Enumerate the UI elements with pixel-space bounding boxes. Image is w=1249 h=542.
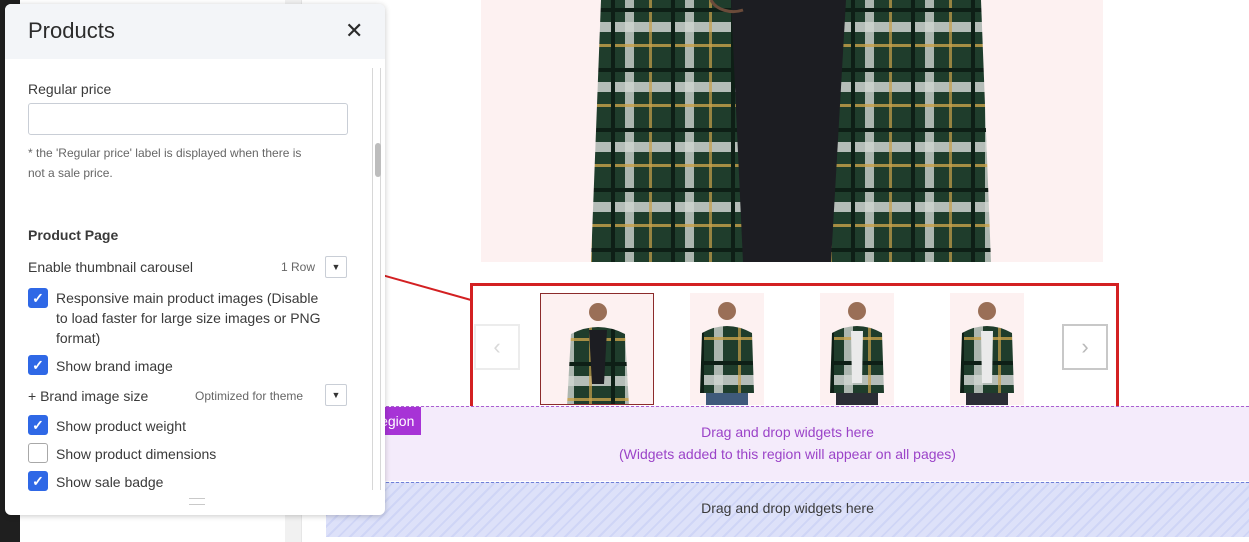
thumbnail-carousel-value[interactable]: 1 Row (281, 260, 315, 274)
panel-header: Products ✕ (5, 4, 385, 59)
show-sale-badge-checkbox[interactable]: ✓ (28, 471, 48, 491)
thumbnail-image (690, 293, 764, 405)
check-icon: ✓ (32, 472, 44, 489)
panel-title: Products (28, 18, 115, 43)
regular-price-note-line1: * the 'Regular price' label is displayed… (28, 146, 302, 160)
products-settings-panel: Products ✕ Regular price * the 'Regular … (5, 4, 385, 515)
panel-scrollbar-thumb[interactable] (375, 143, 381, 177)
panel-scrollbar[interactable] (372, 68, 381, 490)
resize-grip-icon[interactable] (189, 498, 205, 505)
chevron-left-icon: ‹ (493, 334, 501, 359)
responsive-images-label-line3: format) (56, 330, 101, 346)
show-product-dimensions-label: Show product dimensions (56, 446, 217, 462)
thumbnail-image (541, 294, 653, 404)
thumbnail-3[interactable] (820, 293, 894, 405)
brand-image-size-label: + Brand image size (28, 388, 149, 404)
responsive-images-label-line2: to load faster for large size images or … (56, 310, 321, 326)
regular-price-note-line2: not a sale price. (28, 166, 113, 180)
region-placeholder-subtext: (Widgets added to this region will appea… (619, 446, 956, 462)
product-photo-illustration (481, 0, 1103, 262)
regular-price-label: Regular price (28, 81, 112, 97)
show-sale-badge-label: Show sale badge (56, 474, 164, 490)
caret-down-icon: ▼ (331, 390, 341, 400)
close-icon[interactable]: ✕ (345, 18, 363, 44)
check-icon: ✓ (32, 356, 44, 373)
show-product-weight-checkbox[interactable]: ✓ (28, 415, 48, 435)
thumbnail-2[interactable] (690, 293, 764, 405)
check-icon: ✓ (32, 416, 44, 433)
check-icon: ✓ (32, 289, 44, 306)
thumbnail-4[interactable] (950, 293, 1024, 405)
thumbnail-1[interactable] (540, 293, 654, 405)
show-brand-image-label: Show brand image (56, 358, 173, 374)
caret-down-icon: ▼ (331, 262, 341, 272)
regular-price-input[interactable] (28, 103, 348, 135)
responsive-images-checkbox[interactable]: ✓ (28, 288, 48, 308)
carousel-next-button[interactable]: › (1062, 324, 1108, 370)
page-region-placeholder-text: Drag and drop widgets here (701, 500, 874, 516)
brand-image-size-value[interactable]: Optimized for theme (195, 389, 303, 403)
show-product-weight-label: Show product weight (56, 418, 186, 434)
brand-image-size-dropdown[interactable]: ▼ (325, 384, 347, 406)
thumbnail-carousel-dropdown[interactable]: ▼ (325, 256, 347, 278)
chevron-right-icon: › (1081, 334, 1089, 359)
responsive-images-label-line1: Responsive main product images (Disable (56, 290, 319, 306)
region-placeholder-text: Drag and drop widgets here (701, 424, 874, 440)
product-page-section-title: Product Page (28, 227, 119, 243)
main-product-image (481, 0, 1103, 262)
thumbnail-image (820, 293, 894, 405)
thumbnail-image (950, 293, 1024, 405)
show-brand-image-checkbox[interactable]: ✓ (28, 355, 48, 375)
show-product-dimensions-checkbox[interactable] (28, 443, 48, 463)
carousel-prev-button[interactable]: ‹ (474, 324, 520, 370)
global-region[interactable] (326, 406, 1249, 481)
thumbnail-carousel-label: Enable thumbnail carousel (28, 259, 193, 275)
